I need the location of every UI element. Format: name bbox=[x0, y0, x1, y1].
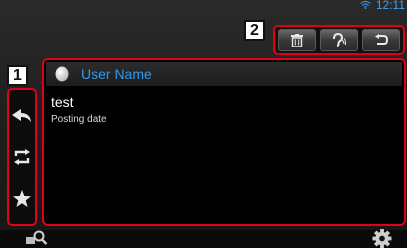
favorite-button[interactable] bbox=[9, 183, 35, 213]
message-toolbar bbox=[273, 25, 405, 55]
status-time: 12:11 bbox=[375, 0, 405, 12]
bottom-bar bbox=[0, 230, 407, 248]
reply-button[interactable] bbox=[9, 101, 35, 131]
settings-gear-icon[interactable] bbox=[372, 229, 392, 248]
callout-label-1: 1 bbox=[7, 65, 28, 86]
action-column bbox=[7, 88, 37, 226]
posting-date: Posting date bbox=[51, 114, 107, 125]
avatar bbox=[55, 66, 69, 82]
repost-button[interactable] bbox=[9, 142, 35, 172]
message-panel: User Name test Posting date bbox=[42, 58, 406, 226]
user-header: User Name bbox=[46, 62, 402, 86]
user-name[interactable]: User Name bbox=[81, 66, 152, 82]
trash-icon bbox=[291, 33, 303, 47]
back-button[interactable] bbox=[362, 29, 400, 51]
return-icon bbox=[375, 34, 388, 45]
repost-icon bbox=[14, 149, 30, 165]
reply-arrow-icon bbox=[12, 109, 31, 122]
wifi-icon bbox=[360, 1, 371, 9]
callout-label-2: 2 bbox=[244, 20, 265, 41]
star-icon bbox=[13, 189, 31, 207]
voice-button[interactable] bbox=[320, 29, 358, 51]
message-text: test bbox=[51, 94, 74, 110]
delete-button[interactable] bbox=[278, 29, 316, 51]
search-zoom-icon[interactable] bbox=[26, 230, 48, 246]
voice-icon bbox=[333, 33, 346, 47]
screen: 12:11 2 1 User Name test Posting date bbox=[0, 0, 407, 248]
